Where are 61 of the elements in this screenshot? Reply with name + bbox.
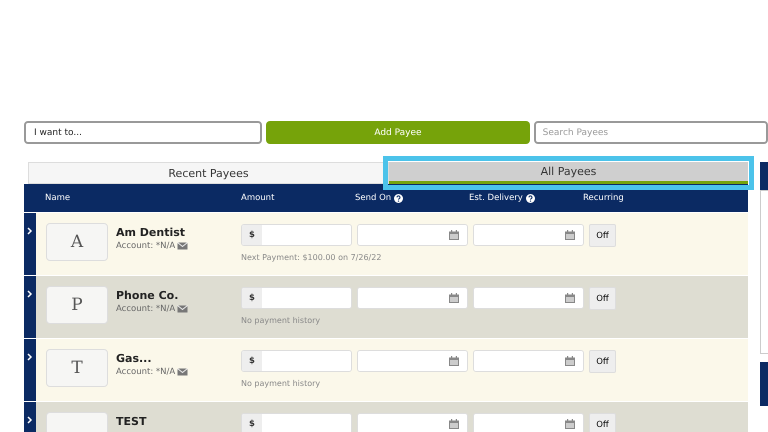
column-header: Amount (241, 193, 274, 203)
amount-field[interactable]: $ (241, 287, 352, 309)
payment-note: Next Payment: $100.00 on 7/26/22 (241, 253, 382, 262)
calendar-icon (565, 293, 575, 303)
action-dropdown[interactable]: I want to... (24, 121, 262, 144)
date-field[interactable] (473, 287, 584, 309)
date-field[interactable] (357, 287, 468, 309)
expand-toggle[interactable] (24, 276, 36, 338)
calendar-icon (565, 419, 575, 429)
initial-avatar: P (46, 286, 108, 324)
currency-addon: $ (242, 225, 262, 245)
account-number: Account: *N/A (116, 241, 176, 251)
payment-note: No payment history (241, 316, 322, 325)
initial-avatar: T (46, 349, 108, 387)
date-field[interactable] (473, 350, 584, 372)
amount-field[interactable]: $ (241, 413, 352, 432)
payee-name: Am Dentist (116, 226, 186, 239)
calendar-icon (449, 293, 459, 303)
calendar-icon (565, 356, 575, 366)
recurring-toggle[interactable]: Off (589, 224, 616, 247)
calendar-icon (449, 356, 459, 366)
help-icon (394, 194, 404, 202)
currency-addon: $ (242, 351, 262, 371)
date-field[interactable] (357, 413, 468, 432)
recurring-toggle[interactable]: Off (589, 413, 616, 432)
tab[interactable]: Recent Payees (28, 162, 389, 184)
date-field[interactable] (357, 350, 468, 372)
amount-field[interactable]: $ (241, 350, 352, 372)
calendar-icon (449, 419, 459, 429)
payee-name: TEST (116, 415, 146, 428)
column-header: Name (45, 193, 70, 203)
column-header: Est. Delivery (469, 193, 523, 203)
payee-name: Phone Co. (116, 289, 180, 302)
calendar-icon (449, 230, 459, 240)
search-field[interactable]: Search Payees (534, 121, 768, 144)
expand-toggle[interactable] (24, 339, 36, 401)
account-number: Account: *N/A (116, 304, 176, 314)
chevron-icon (27, 416, 33, 424)
expand-toggle[interactable] (24, 213, 36, 275)
envelope-icon (177, 242, 188, 250)
currency-addon: $ (242, 288, 262, 308)
recurring-toggle[interactable]: Off (589, 287, 616, 310)
initial-avatar: A (46, 223, 108, 261)
calendar-icon (565, 230, 575, 240)
currency-addon: $ (242, 414, 262, 432)
envelope-icon (177, 368, 188, 376)
chevron-icon (27, 353, 33, 361)
account-number: Account: *N/A (116, 367, 176, 377)
help-icon (526, 194, 535, 202)
envelope-icon (177, 305, 188, 313)
date-field[interactable] (357, 224, 468, 246)
chevron-icon (27, 227, 33, 235)
amount-field[interactable]: $ (241, 224, 352, 246)
date-field[interactable] (473, 413, 584, 432)
payee-name: Gas... (116, 352, 153, 365)
date-field[interactable] (473, 224, 584, 246)
recurring-toggle[interactable]: Off (589, 350, 616, 373)
chevron-icon (27, 290, 33, 298)
column-header: Recurring (583, 193, 624, 203)
column-header: Send On (355, 193, 392, 203)
payment-note: No payment history (241, 379, 322, 388)
